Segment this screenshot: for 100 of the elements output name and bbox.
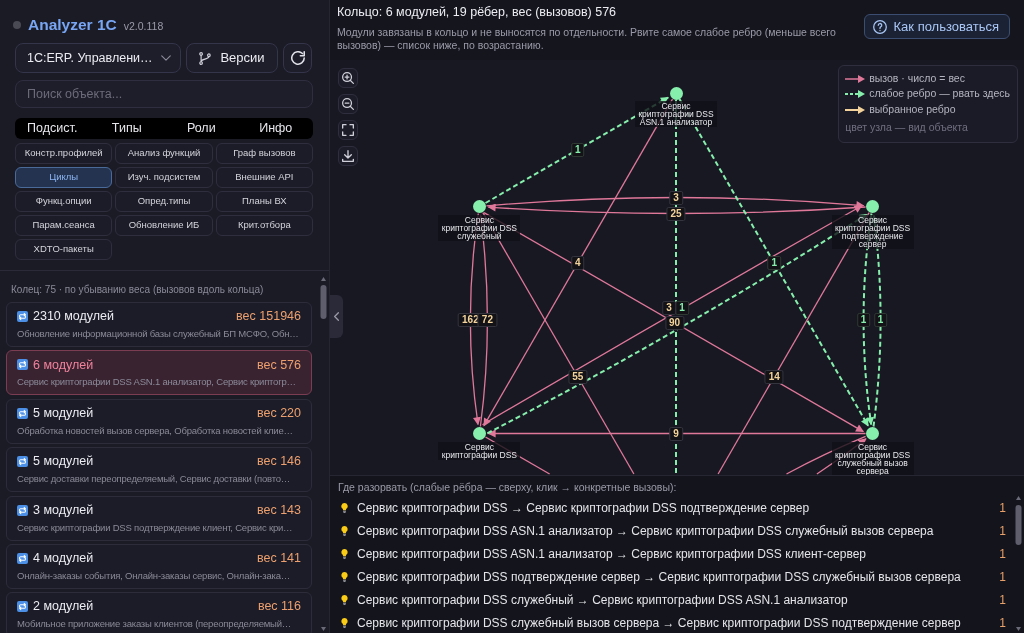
- cycle-card[interactable]: 2 модулей вес 116 Мобильное приложение заказы клиентов (переопределяемый…: [6, 592, 312, 633]
- call-arrow[interactable]: [487, 203, 867, 215]
- tool-button[interactable]: Граф вызовов: [215, 143, 313, 164]
- app-version: v2.0.118: [123, 18, 164, 34]
- cycle-modules: Онлайн-заказы события, Онлайн-заказы сервис, Онлайн-зака…: [17, 568, 291, 582]
- cycle-weight: вес 220: [256, 404, 301, 422]
- edge-weight-label[interactable]: 3: [669, 190, 683, 205]
- tool-button[interactable]: Внешние API: [215, 167, 313, 188]
- tool-button[interactable]: XDTO-пакеты: [15, 239, 113, 260]
- cycles-summary: Колец: 75 · по убыванию веса (вызовов вдоль кольца): [10, 284, 265, 296]
- download-button[interactable]: [338, 146, 358, 166]
- zoom-out-button[interactable]: [338, 94, 358, 114]
- dashed-line[interactable]: [675, 99, 677, 475]
- break-list-heading: Где разорвать (слабые рёбра — сверху, клик → конкретные вызовы):: [338, 481, 678, 494]
- edge-weight-label[interactable]: 9: [669, 426, 683, 441]
- call-count: 1: [999, 591, 1006, 609]
- cycle-title: 5 модулей: [33, 453, 94, 471]
- node-label: Сервис криптографии DSS служебный: [438, 214, 521, 241]
- fit-view-button[interactable]: [338, 120, 358, 140]
- repeat-icon: [17, 456, 28, 468]
- tool-button[interactable]: Функц.опции: [15, 191, 113, 212]
- repeat-icon: [17, 311, 28, 322]
- edge-weight-label[interactable]: 1: [675, 301, 689, 315]
- refresh-button[interactable]: [283, 43, 312, 73]
- break-edge-link[interactable]: Сервис криптографии DSS ASN.1 анализатор → Сервис криптографии DSS служебный вызов сервера: [357, 521, 934, 540]
- break-edge-link[interactable]: Сервис криптографии DSS ASN.1 анализатор → Сервис криптографии DSS клиент-сервер: [357, 544, 866, 563]
- edge-weight-label[interactable]: 4: [570, 256, 585, 271]
- repeat-icon: [17, 504, 28, 516]
- tab[interactable]: Инфо: [238, 118, 313, 139]
- versions-button[interactable]: Версии: [186, 43, 278, 73]
- tool-button[interactable]: Циклы: [15, 167, 113, 188]
- cycle-modules: Обработка новостей вызов сервера, Обработка новостей клие…: [17, 423, 293, 437]
- call-count: 1: [999, 568, 1006, 586]
- node-label: Сервис криптографии DSS: [438, 441, 521, 460]
- break-edge-link[interactable]: Сервис криптографии DSS подтверждение сервер → Сервис криптографии DSS служебный вызов сервера: [357, 567, 961, 586]
- cycle-card[interactable]: 5 модулей вес 220 Обработка новостей вызов сервера, Обработка новостей клие…: [6, 398, 312, 444]
- solid-arrow-icon: [845, 105, 866, 114]
- search-field[interactable]: Поиск объекта...: [15, 80, 313, 108]
- cycle-weight: вес 146: [256, 453, 301, 471]
- tool-button[interactable]: Констр.профилей: [15, 143, 113, 164]
- app-title: Analyzer 1C: [28, 15, 117, 35]
- solid-arrow-icon: [845, 74, 866, 83]
- call-count: 1: [999, 614, 1006, 632]
- cycle-title: 3 модулей: [33, 501, 94, 519]
- call-count: 1: [999, 522, 1006, 540]
- break-edge-link[interactable]: Сервис криптографии DSS служебный → Сервис криптографии DSS ASN.1 анализатор: [357, 590, 848, 609]
- repeat-icon: [17, 601, 28, 613]
- break-edge-link[interactable]: Сервис криптографии DSS → Сервис криптографии DSS подтверждение сервер: [357, 498, 810, 517]
- cycle-card[interactable]: 3 модулей вес 143 Сервис криптографии DSS подтверждение клиент, Сервис кри…: [6, 495, 312, 541]
- tab[interactable]: Типы: [89, 118, 164, 139]
- cycle-card[interactable]: 4 модулей вес 141 Онлайн-заказы события, Онлайн-заказы сервис, Онлайн-зака…: [6, 543, 312, 589]
- edge-weight-label[interactable]: 1: [873, 313, 888, 327]
- call-arrow[interactable]: [487, 429, 867, 438]
- chevron-down-icon: [161, 55, 171, 61]
- tab[interactable]: Подсист.: [15, 118, 90, 139]
- ring-title: Кольцо: 6 модулей, 19 рёбер, вес (вызовов) 576: [337, 5, 618, 20]
- configuration-select[interactable]: 1C:ERP. Управлени…: [15, 43, 181, 73]
- lightbulb-icon: [340, 616, 349, 629]
- cycle-card[interactable]: 5 модулей вес 146 Сервис доставки переопределяемый, Сервис доставки (повто…: [6, 447, 312, 493]
- lightbulb-icon: [340, 570, 349, 583]
- cycle-title: 5 модулей: [33, 404, 94, 422]
- node-label: Сервис криптографии DSS подтверждение сервер: [831, 214, 914, 249]
- edge-weight-label[interactable]: 55: [568, 369, 588, 384]
- cycle-modules: Обновление информационной базы служебный БП МСФО, Обн…: [17, 327, 299, 340]
- repeat-icon: [17, 359, 28, 371]
- tool-button[interactable]: Опред.типы: [115, 191, 213, 212]
- zoom-out-icon: [342, 98, 354, 110]
- edge-weight-label[interactable]: 90: [664, 315, 685, 330]
- tool-button[interactable]: Изуч. подсистем: [115, 167, 213, 188]
- edge-weight-label[interactable]: 1: [767, 256, 782, 271]
- edge-weight-label[interactable]: 14: [764, 369, 784, 384]
- break-edge-link[interactable]: Сервис криптографии DSS служебный вызов сервера → Сервис криптографии DSS подтверждение сервер: [357, 613, 961, 632]
- edge-weight-label[interactable]: 1: [570, 142, 585, 157]
- edge-weight-label[interactable]: 72: [477, 313, 497, 327]
- refresh-icon: [290, 51, 305, 65]
- cycle-weight: вес 141: [256, 550, 301, 568]
- cycle-card[interactable]: 6 модулей вес 576 Сервис криптографии DSS ASN.1 анализатор, Сервис криптогр…: [6, 350, 312, 396]
- edge-weight-label[interactable]: 25: [666, 206, 686, 221]
- tool-button[interactable]: Обновление ИБ: [115, 215, 213, 236]
- lightbulb-icon: [340, 593, 349, 606]
- cycle-modules: Мобильное приложение заказы клиентов (переопределяемый…: [17, 617, 292, 631]
- tab[interactable]: Роли: [164, 118, 239, 139]
- tool-button[interactable]: Анализ функций: [115, 143, 213, 164]
- tool-button[interactable]: Планы ВХ: [215, 191, 313, 212]
- help-button[interactable]: Как пользоваться: [863, 14, 1010, 39]
- tool-button[interactable]: Парам.сеанса: [15, 215, 113, 236]
- branch-icon: [199, 51, 212, 65]
- cycle-card[interactable]: 2310 модулей вес 151946 Обновление информационной базы служебный БП МСФО, Обн…: [6, 302, 312, 347]
- cycle-modules: Сервис криптографии DSS ASN.1 анализатор, Сервис криптогр…: [17, 375, 296, 389]
- zoom-in-icon: [342, 72, 354, 84]
- tool-button[interactable]: Крит.отбора: [215, 215, 313, 236]
- cycle-weight: вес 143: [256, 501, 301, 519]
- edge-weight-label[interactable]: 3: [662, 300, 676, 315]
- zoom-in-button[interactable]: [338, 68, 358, 88]
- collapse-panel-button[interactable]: [330, 295, 343, 338]
- edge-weight-label[interactable]: 1: [856, 313, 871, 327]
- node-label: Сервис криптографии DSS служебный вызов сервера: [831, 441, 914, 475]
- lightbulb-icon: [340, 547, 349, 560]
- call-count: 1: [999, 499, 1006, 517]
- fit-view-icon: [342, 124, 354, 136]
